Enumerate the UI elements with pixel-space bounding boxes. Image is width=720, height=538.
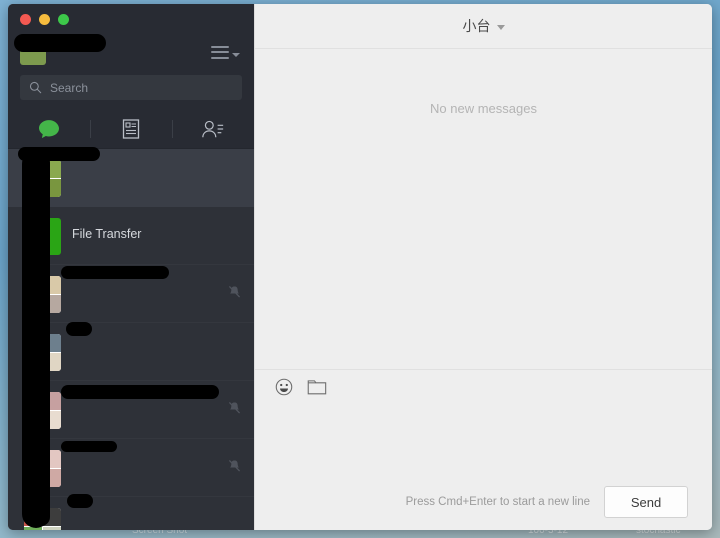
file-transfer-icon <box>24 217 61 255</box>
sidebar-tabs <box>8 110 254 149</box>
window-controls <box>8 4 254 34</box>
compose-footer: Press Cmd+Enter to start a new line Send <box>255 474 712 530</box>
tab-contacts[interactable] <box>90 110 172 148</box>
sidebar-header: Search <box>8 4 254 149</box>
list-item-title: File Transfer <box>72 227 142 241</box>
document-list-icon <box>122 119 140 139</box>
profile-row[interactable] <box>8 34 254 70</box>
group-avatar <box>24 333 61 371</box>
compose-area: Press Cmd+Enter to start a new line Send <box>255 369 712 530</box>
send-button[interactable]: Send <box>604 486 688 518</box>
mute-icon <box>228 401 242 420</box>
chevron-down-icon <box>232 52 240 57</box>
file-button[interactable] <box>307 378 327 400</box>
message-area: No new messages <box>255 49 712 369</box>
search-placeholder: Search <box>50 80 89 95</box>
search-input[interactable]: Search <box>20 75 242 100</box>
chevron-down-icon[interactable] <box>496 24 505 30</box>
mute-icon <box>228 285 242 304</box>
hamburger-menu-icon <box>211 45 229 59</box>
list-item[interactable] <box>8 381 254 439</box>
group-avatar <box>24 449 61 487</box>
emoji-button[interactable] <box>275 378 293 401</box>
chat-bubble-icon <box>39 120 59 139</box>
maximize-button[interactable] <box>58 13 69 25</box>
tab-chats[interactable] <box>8 110 90 148</box>
contacts-icon <box>202 120 224 138</box>
list-item[interactable] <box>8 265 254 323</box>
emoji-icon <box>275 378 293 395</box>
message-input[interactable] <box>255 408 712 474</box>
group-avatar <box>24 507 61 530</box>
wechat-window: Search File Transfer 小台 No new messages … <box>8 4 712 530</box>
close-button[interactable] <box>20 13 31 25</box>
redacted-avatar <box>24 159 61 197</box>
hamburger-menu-button[interactable] <box>211 45 240 59</box>
folder-icon <box>307 380 327 395</box>
page-title: 小台 <box>462 19 491 35</box>
conversation-list[interactable]: File Transfer <box>8 149 254 530</box>
desktop-background: Screen Shot 100-3-12 stochastic Search F… <box>0 0 720 538</box>
search-container: Search <box>8 70 254 110</box>
list-item[interactable] <box>8 149 254 207</box>
sidebar: Search File Transfer <box>8 4 254 530</box>
search-icon <box>29 81 42 94</box>
list-item[interactable] <box>8 439 254 497</box>
group-avatar <box>24 275 61 313</box>
list-item[interactable] <box>8 323 254 381</box>
mute-icon <box>228 459 242 478</box>
group-avatar <box>24 391 61 429</box>
avatar[interactable] <box>20 39 46 65</box>
chat-panel: 小台 No new messages Press Cmd+Enter to st… <box>254 4 712 530</box>
chat-header: 小台 <box>255 4 712 49</box>
compose-hint: Press Cmd+Enter to start a new line <box>405 496 590 508</box>
compose-toolbar <box>255 370 712 408</box>
list-item[interactable]: File Transfer <box>8 207 254 265</box>
tab-people[interactable] <box>172 110 254 148</box>
empty-state-text: No new messages <box>430 101 537 116</box>
list-item[interactable] <box>8 497 254 530</box>
minimize-button[interactable] <box>39 13 50 25</box>
